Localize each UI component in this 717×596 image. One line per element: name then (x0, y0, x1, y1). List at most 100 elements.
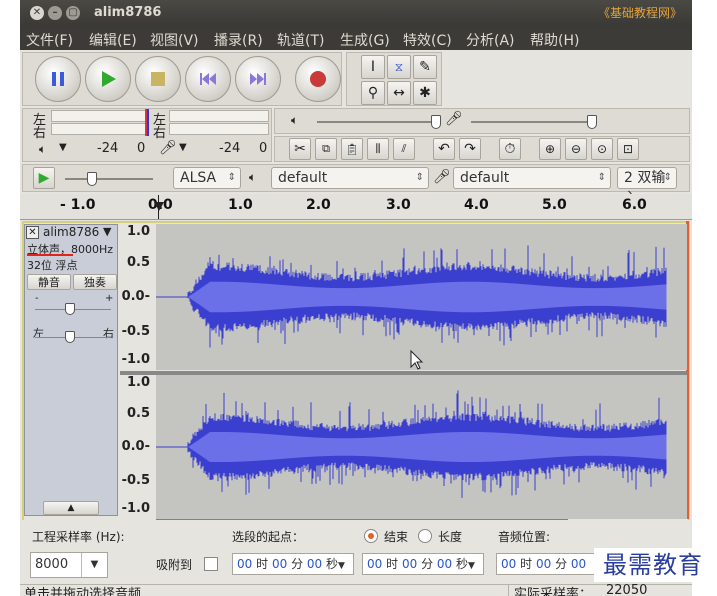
time-format-dropdown-icon[interactable]: ▼ (338, 561, 345, 571)
end-label: 结束 (384, 530, 409, 544)
record-meter-right[interactable] (169, 123, 269, 135)
copy-icon[interactable]: ⧉ (315, 138, 337, 160)
time-format-dropdown-icon[interactable]: ▼ (468, 561, 475, 571)
silence-icon[interactable]: ⫽ (393, 138, 415, 160)
zoom-out-icon[interactable]: ⊖ (565, 138, 587, 160)
menu-view[interactable]: 视图(V) (150, 30, 199, 50)
vertical-scale-right-channel[interactable]: 1.0 0.5 0.0- -0.5 -1.0 (120, 375, 154, 519)
audio-position-time[interactable]: 00 时 00 分 00 (496, 553, 596, 575)
waveform-left-channel[interactable] (156, 224, 687, 370)
channels-select[interactable]: 2 双输入⇕ (617, 167, 677, 206)
time-seconds: 00 (570, 557, 587, 571)
waveform-right-channel[interactable] (156, 375, 687, 519)
output-volume-knob[interactable] (431, 115, 441, 129)
track-close-icon[interactable]: ✕ (26, 226, 39, 239)
skip-start-button[interactable] (185, 56, 231, 102)
status-bar: 单击并拖动选择音频 实际采样率： 22050 (20, 583, 692, 596)
menu-help[interactable]: 帮助(H) (530, 30, 579, 50)
input-device-select[interactable]: default ⇕ (453, 167, 611, 189)
cut-icon[interactable]: ✂ (289, 138, 311, 160)
pan-knob[interactable] (65, 331, 75, 343)
close-window-icon[interactable]: ✕ (30, 6, 44, 20)
play-at-speed-icon[interactable]: ▶ (33, 167, 55, 189)
menu-tracks[interactable]: 轨道(T) (277, 30, 324, 50)
timeline-ruler[interactable]: - 1.0 0.0 1.0 2.0 3.0 4.0 5.0 6.0 (20, 194, 692, 220)
play-head-icon[interactable] (154, 202, 164, 212)
track-name[interactable]: alim8786 (43, 225, 99, 239)
host-select[interactable]: ALSA ⇕ (173, 167, 241, 189)
vertical-scale-left-channel[interactable]: 1.0 0.5 0.0- -0.5 -1.0 (120, 224, 154, 370)
host-updown-icon: ⇕ (227, 172, 236, 183)
selection-start-time[interactable]: 00 时 00 分 00 秒▼ (232, 553, 354, 575)
menu-edit[interactable]: 编辑(E) (89, 30, 137, 50)
paste-icon[interactable]: 📋︎ (341, 138, 363, 160)
end-radio[interactable] (364, 529, 378, 543)
record-dropdown-icon[interactable]: ▼ (179, 142, 187, 153)
undo-icon[interactable]: ↶ (433, 138, 455, 160)
menu-effect[interactable]: 特效(C) (403, 30, 452, 50)
snap-to-label: 吸附到 (156, 558, 193, 572)
menu-generate[interactable]: 生成(G) (340, 30, 390, 50)
time-minutes: 00 (271, 557, 288, 571)
pause-button[interactable] (35, 56, 81, 102)
menu-transport[interactable]: 播录(R) (214, 30, 263, 50)
menu-file[interactable]: 文件(F) (26, 30, 73, 50)
play-speed-knob[interactable] (87, 172, 97, 186)
minimize-window-icon[interactable]: – (48, 6, 62, 20)
stop-button[interactable] (135, 56, 181, 102)
record-zero-label: 0 (259, 141, 268, 156)
input-volume-knob[interactable] (587, 115, 597, 129)
time-seconds-unit: 秒 (326, 557, 339, 571)
multi-tool-icon[interactable]: ✱ (413, 81, 437, 105)
time-seconds-unit: 秒 (456, 557, 469, 571)
trim-icon[interactable]: ⫼ (367, 138, 389, 160)
envelope-tool-icon[interactable]: ⧖ (387, 55, 411, 79)
scale-label: 0.5 (126, 255, 150, 270)
record-meter-left[interactable] (169, 110, 269, 122)
timeshift-tool-icon[interactable]: ↔ (387, 81, 411, 105)
collapse-track-button[interactable]: ▲ (43, 501, 99, 515)
ruler-label: 5.0 (542, 197, 567, 213)
length-radio[interactable] (418, 529, 432, 543)
meter-toolbar: 左 右 左 右 🔈︎ ▼ -24 0 🎤︎ ▼ -24 0 (22, 108, 272, 162)
draw-tool-icon[interactable]: ✎ (413, 55, 437, 79)
skip-end-button[interactable] (235, 56, 281, 102)
maximize-window-icon[interactable]: ▢ (66, 6, 80, 20)
input-volume-icon: 🎤︎ (445, 111, 463, 127)
playback-dropdown-icon[interactable]: ▼ (59, 142, 67, 153)
track-menu-icon[interactable]: ▼ (103, 225, 111, 238)
gain-minus-label: - (35, 293, 39, 304)
ruler-label: 2.0 (306, 197, 331, 213)
fit-selection-icon[interactable]: ⊙ (591, 138, 613, 160)
mute-button[interactable]: 静音 (27, 274, 71, 290)
output-volume-slider[interactable] (317, 121, 437, 123)
solo-button[interactable]: 独奏 (73, 274, 117, 290)
ruler-label: 3.0 (386, 197, 411, 213)
sync-lock-icon[interactable]: ⏱ (499, 138, 521, 160)
playback-meter-right[interactable] (51, 123, 147, 135)
time-hours: 00 (237, 557, 253, 571)
snap-to-checkbox[interactable] (204, 557, 218, 571)
input-volume-slider[interactable] (471, 121, 591, 123)
play-speed-slider[interactable] (65, 178, 153, 180)
gain-knob[interactable] (65, 303, 75, 315)
speaker-icon[interactable]: 🔈︎ (39, 142, 46, 157)
time-hours: 00 (367, 557, 383, 571)
fit-project-icon[interactable]: ⊡ (617, 138, 639, 160)
menu-analyze[interactable]: 分析(A) (466, 30, 515, 50)
length-label: 长度 (438, 530, 463, 544)
microphone-icon[interactable]: 🎤︎ (159, 140, 177, 156)
zoom-tool-icon[interactable]: ⚲ (361, 81, 385, 105)
selection-tool-icon[interactable]: I (361, 55, 385, 79)
watermark-text: 《基础教程网》 (597, 6, 682, 20)
play-button[interactable] (85, 56, 131, 102)
project-rate-select[interactable]: 8000 ▼ (30, 552, 108, 578)
selection-end-time[interactable]: 00 时 00 分 00 秒▼ (362, 553, 484, 575)
redo-icon[interactable]: ↷ (459, 138, 481, 160)
record-button[interactable] (295, 56, 341, 102)
zoom-in-icon[interactable]: ⊕ (539, 138, 561, 160)
playback-meter-left[interactable] (51, 110, 147, 122)
rate-dropdown-icon: ▼ (81, 553, 107, 577)
actual-rate-label: 实际采样率： (514, 587, 593, 596)
output-device-select[interactable]: default ⇕ (271, 167, 429, 189)
